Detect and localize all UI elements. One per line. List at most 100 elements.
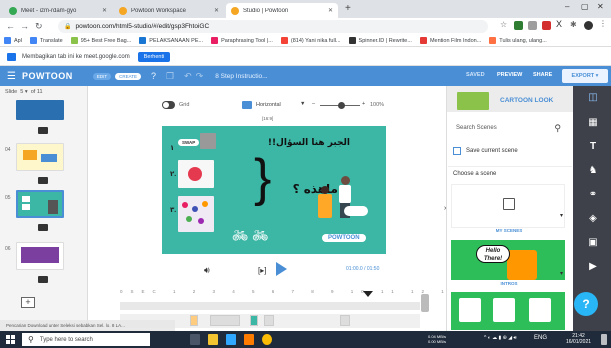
look-label[interactable]: CARTOON LOOK [500, 97, 553, 104]
menu-dots-icon[interactable]: ⋮ [599, 19, 608, 28]
timeline-item[interactable] [340, 315, 350, 326]
scene-search-input[interactable]: Search Scenes ⚲ [453, 120, 567, 136]
timeline-track[interactable] [120, 302, 420, 310]
photoshop-icon[interactable] [226, 334, 236, 345]
copy-icon[interactable]: ❐ [166, 71, 174, 82]
extension-icon[interactable] [542, 21, 551, 30]
star-icon[interactable]: ☆ [500, 20, 509, 29]
gear-icon[interactable] [200, 133, 216, 149]
camera-icon[interactable] [38, 177, 48, 184]
timeline-item[interactable] [190, 315, 198, 326]
camera-icon[interactable] [38, 276, 48, 283]
text-icon[interactable]: T [586, 141, 600, 152]
puzzle-icon[interactable]: ✱ [570, 20, 579, 29]
maximize-button[interactable]: ▢ [581, 2, 589, 11]
camera-icon[interactable] [38, 224, 48, 231]
zoom-in-icon[interactable]: + [362, 101, 365, 107]
slide-thumbnail[interactable] [16, 143, 64, 171]
slide-thumbnail-active[interactable] [16, 190, 64, 218]
windows-start-icon[interactable] [6, 335, 15, 344]
play-button[interactable] [276, 262, 287, 276]
slide-thumbnail[interactable] [16, 242, 64, 270]
search-icon[interactable]: ⚲ [554, 123, 561, 134]
image-item[interactable] [178, 160, 214, 188]
bookmark-item[interactable]: Paraphrasing Tool |... [211, 37, 273, 44]
close-icon[interactable]: ✕ [214, 7, 219, 14]
character-woman[interactable] [318, 186, 332, 218]
media-icon[interactable]: ▶ [586, 261, 600, 272]
system-tray-icons[interactable]: ^ ◐ ☁ ▮ ⊕ ◢ 🔊︎ [484, 335, 517, 341]
bookmark-item[interactable]: Mention Film Indon... [419, 37, 481, 44]
undo-icon[interactable]: ↶ [184, 71, 192, 82]
zoom-slider-handle[interactable] [338, 102, 345, 109]
notification-icon[interactable] [601, 334, 607, 345]
orientation-select[interactable]: Horizontal [256, 102, 281, 108]
timeline-item[interactable] [264, 315, 274, 326]
tab-powtoon-workspace[interactable]: Powtoon Workspace ✕ [114, 3, 224, 18]
grid-toggle[interactable] [162, 101, 175, 109]
clock[interactable]: 21:42 16/01/2021 [566, 333, 591, 345]
new-tab-button[interactable]: + [345, 3, 351, 14]
share-button[interactable]: SHARE [533, 72, 552, 78]
fit-icon[interactable]: [▸] [258, 266, 266, 275]
powtoon-logo[interactable]: POWTOON [22, 71, 73, 81]
chrome-icon[interactable] [262, 334, 272, 345]
extension-icon[interactable] [514, 21, 523, 30]
timeline-playhead[interactable] [363, 291, 373, 297]
save-scene-button[interactable]: Save current scene [453, 147, 518, 155]
close-icon[interactable]: ✕ [102, 7, 107, 14]
redo-icon[interactable]: ↷ [196, 71, 204, 82]
sound-icon[interactable]: 🔊︎ [204, 265, 210, 276]
character-icon[interactable]: ♞ [586, 165, 600, 176]
chevron-down-icon[interactable]: ▼ [300, 101, 305, 107]
add-slide-button[interactable]: + [21, 297, 35, 308]
bookmark-item[interactable]: Spinner.ID | Rewrite... [348, 37, 412, 44]
frame-icon[interactable]: ▣ [586, 237, 600, 248]
slide-number-select[interactable]: 5 [20, 89, 23, 95]
swap-button[interactable]: SWAP [178, 139, 200, 146]
bookmark-item[interactable]: Translate [29, 37, 63, 44]
close-icon[interactable]: ✕ [328, 7, 333, 14]
slide-title-arabic[interactable]: الجبر هنا السؤال!! [268, 138, 350, 148]
extension-x-icon[interactable]: X [556, 19, 565, 29]
scene-card-intro[interactable] [451, 292, 565, 330]
props-icon[interactable]: ⚭ [586, 189, 600, 200]
forward-icon[interactable]: → [20, 21, 29, 31]
pattern-icon[interactable]: ▦ [586, 117, 600, 128]
preview-button[interactable]: PREVIEW [497, 72, 522, 78]
image-item[interactable] [178, 196, 214, 232]
blank-scene-card[interactable] [451, 184, 565, 228]
address-bar[interactable]: 🔒 powtoon.com/html5-studio/#/edit/gsp3Fh… [58, 20, 488, 33]
scene-card-hello[interactable] [451, 240, 565, 280]
language-indicator[interactable]: ENG [534, 335, 547, 341]
bookmark-item[interactable]: 95+ Best Free Bag... [70, 37, 131, 44]
camera-icon[interactable] [38, 127, 48, 134]
chevron-down-icon[interactable]: ▾ [560, 270, 563, 277]
reload-icon[interactable]: ↻ [35, 21, 43, 32]
help-circle-icon[interactable]: ? [151, 71, 156, 81]
tab-meet[interactable]: Meet - izm-rdam-gyo ✕ [4, 3, 112, 18]
shapes-icon[interactable]: ◈ [586, 213, 600, 224]
project-title[interactable]: 8 Step Instructio... [215, 73, 267, 80]
stop-sharing-button[interactable]: Berhenti [137, 51, 171, 62]
timeline-scrollbar[interactable] [421, 294, 429, 312]
edit-mode-pill[interactable]: EDIT [92, 72, 112, 80]
close-window-button[interactable]: ✕ [597, 2, 604, 11]
profile-avatar[interactable] [584, 21, 593, 30]
timeline-item[interactable] [210, 315, 240, 326]
help-button[interactable]: ? [574, 292, 598, 316]
tab-studio-powtoon[interactable]: Studio | Powtoon ✕ [226, 3, 338, 18]
create-mode-pill[interactable]: CREATE [115, 72, 141, 80]
bookmark-item[interactable]: (814) Yani nika full... [280, 37, 341, 44]
task-view-icon[interactable] [190, 334, 200, 345]
slide-canvas[interactable]: SWAP ١ ٢. ٣. الجبر هنا السؤال!! } ماهذه … [162, 126, 386, 254]
illustrator-icon[interactable] [244, 334, 254, 345]
bookmark-item[interactable]: Tulis ulang, ulang... [489, 37, 547, 44]
extension-icon[interactable] [528, 21, 537, 30]
hamburger-menu-icon[interactable]: ☰ [7, 71, 16, 82]
bookmark-item[interactable]: Apl [4, 37, 22, 44]
timeline-item[interactable] [250, 315, 258, 326]
zoom-out-icon[interactable]: – [312, 101, 315, 107]
layers-icon[interactable]: ◫ [586, 92, 600, 103]
file-explorer-icon[interactable] [208, 334, 218, 345]
